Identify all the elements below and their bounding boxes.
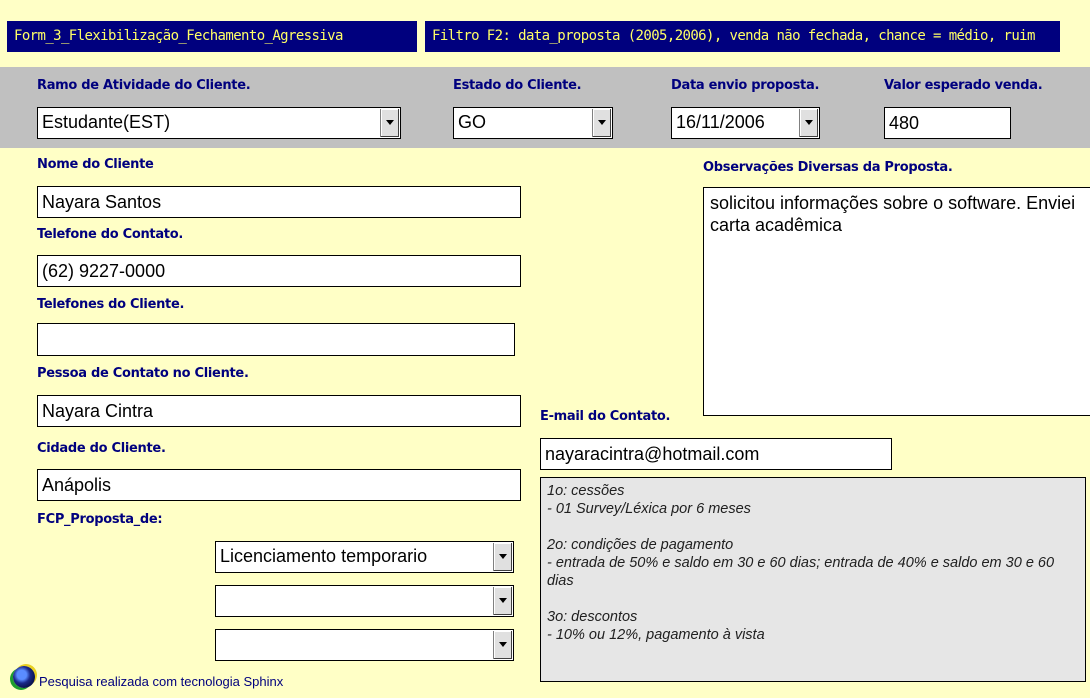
email-label: E-mail do Contato. <box>540 409 671 424</box>
telefones-cliente-label: Telefones do Cliente. <box>37 297 185 312</box>
sphinx-logo-icon <box>13 666 35 688</box>
chevron-down-icon[interactable] <box>592 109 611 137</box>
form-title: Form_3_Flexibilização_Fechamento_Agressi… <box>7 21 417 52</box>
ramo-select-value: Estudante(EST) <box>42 112 171 132</box>
pessoa-contato-input[interactable]: Nayara Cintra <box>37 395 521 427</box>
pessoa-contato-label: Pessoa de Contato no Cliente. <box>37 366 249 381</box>
cidade-input[interactable]: Anápolis <box>37 469 521 501</box>
nome-input[interactable]: Nayara Santos <box>37 186 521 218</box>
proposta-notes[interactable]: 1o: cessões - 01 Survey/Léxica por 6 mes… <box>540 477 1086 682</box>
chevron-down-icon[interactable] <box>493 631 512 659</box>
cidade-label: Cidade do Cliente. <box>37 441 166 456</box>
nome-label: Nome do Cliente <box>37 157 154 172</box>
fcp-proposta-label: FCP_Proposta_de: <box>37 512 163 527</box>
chevron-down-icon[interactable] <box>799 109 818 137</box>
email-input[interactable]: nayaracintra@hotmail.com <box>540 438 892 470</box>
filter-description: Filtro F2: data_proposta (2005,2006), ve… <box>425 21 1060 52</box>
fcp-select-1[interactable]: Licenciamento temporario <box>215 541 514 573</box>
chevron-down-icon[interactable] <box>493 543 512 571</box>
chevron-down-icon[interactable] <box>493 587 512 615</box>
telefone-contato-input[interactable]: (62) 9227-0000 <box>37 255 521 287</box>
observacoes-textarea[interactable]: solicitou informações sobre o software. … <box>703 187 1090 416</box>
observacoes-label: Observações Diversas da Proposta. <box>703 160 953 175</box>
fcp-select-3[interactable] <box>215 629 514 661</box>
telefone-contato-label: Telefone do Contato. <box>37 227 183 242</box>
valor-input[interactable]: 480 <box>884 107 1011 139</box>
data-proposta-value: 16/11/2006 <box>676 112 765 132</box>
fcp-select-2[interactable] <box>215 585 514 617</box>
ramo-select[interactable]: Estudante(EST) <box>37 107 401 139</box>
telefones-cliente-input[interactable] <box>37 323 515 356</box>
estado-label: Estado do Cliente. <box>453 78 582 93</box>
fcp-select-1-value: Licenciamento temporario <box>220 546 428 566</box>
estado-select[interactable]: GO <box>453 107 613 139</box>
footer-credit: Pesquisa realizada com tecnologia Sphinx <box>39 674 284 689</box>
data-proposta-label: Data envio proposta. <box>671 78 820 93</box>
data-proposta-select[interactable]: 16/11/2006 <box>671 107 820 139</box>
valor-label: Valor esperado venda. <box>884 78 1043 93</box>
estado-select-value: GO <box>458 112 487 132</box>
ramo-label: Ramo de Atividade do Cliente. <box>37 78 251 93</box>
chevron-down-icon[interactable] <box>380 109 399 137</box>
